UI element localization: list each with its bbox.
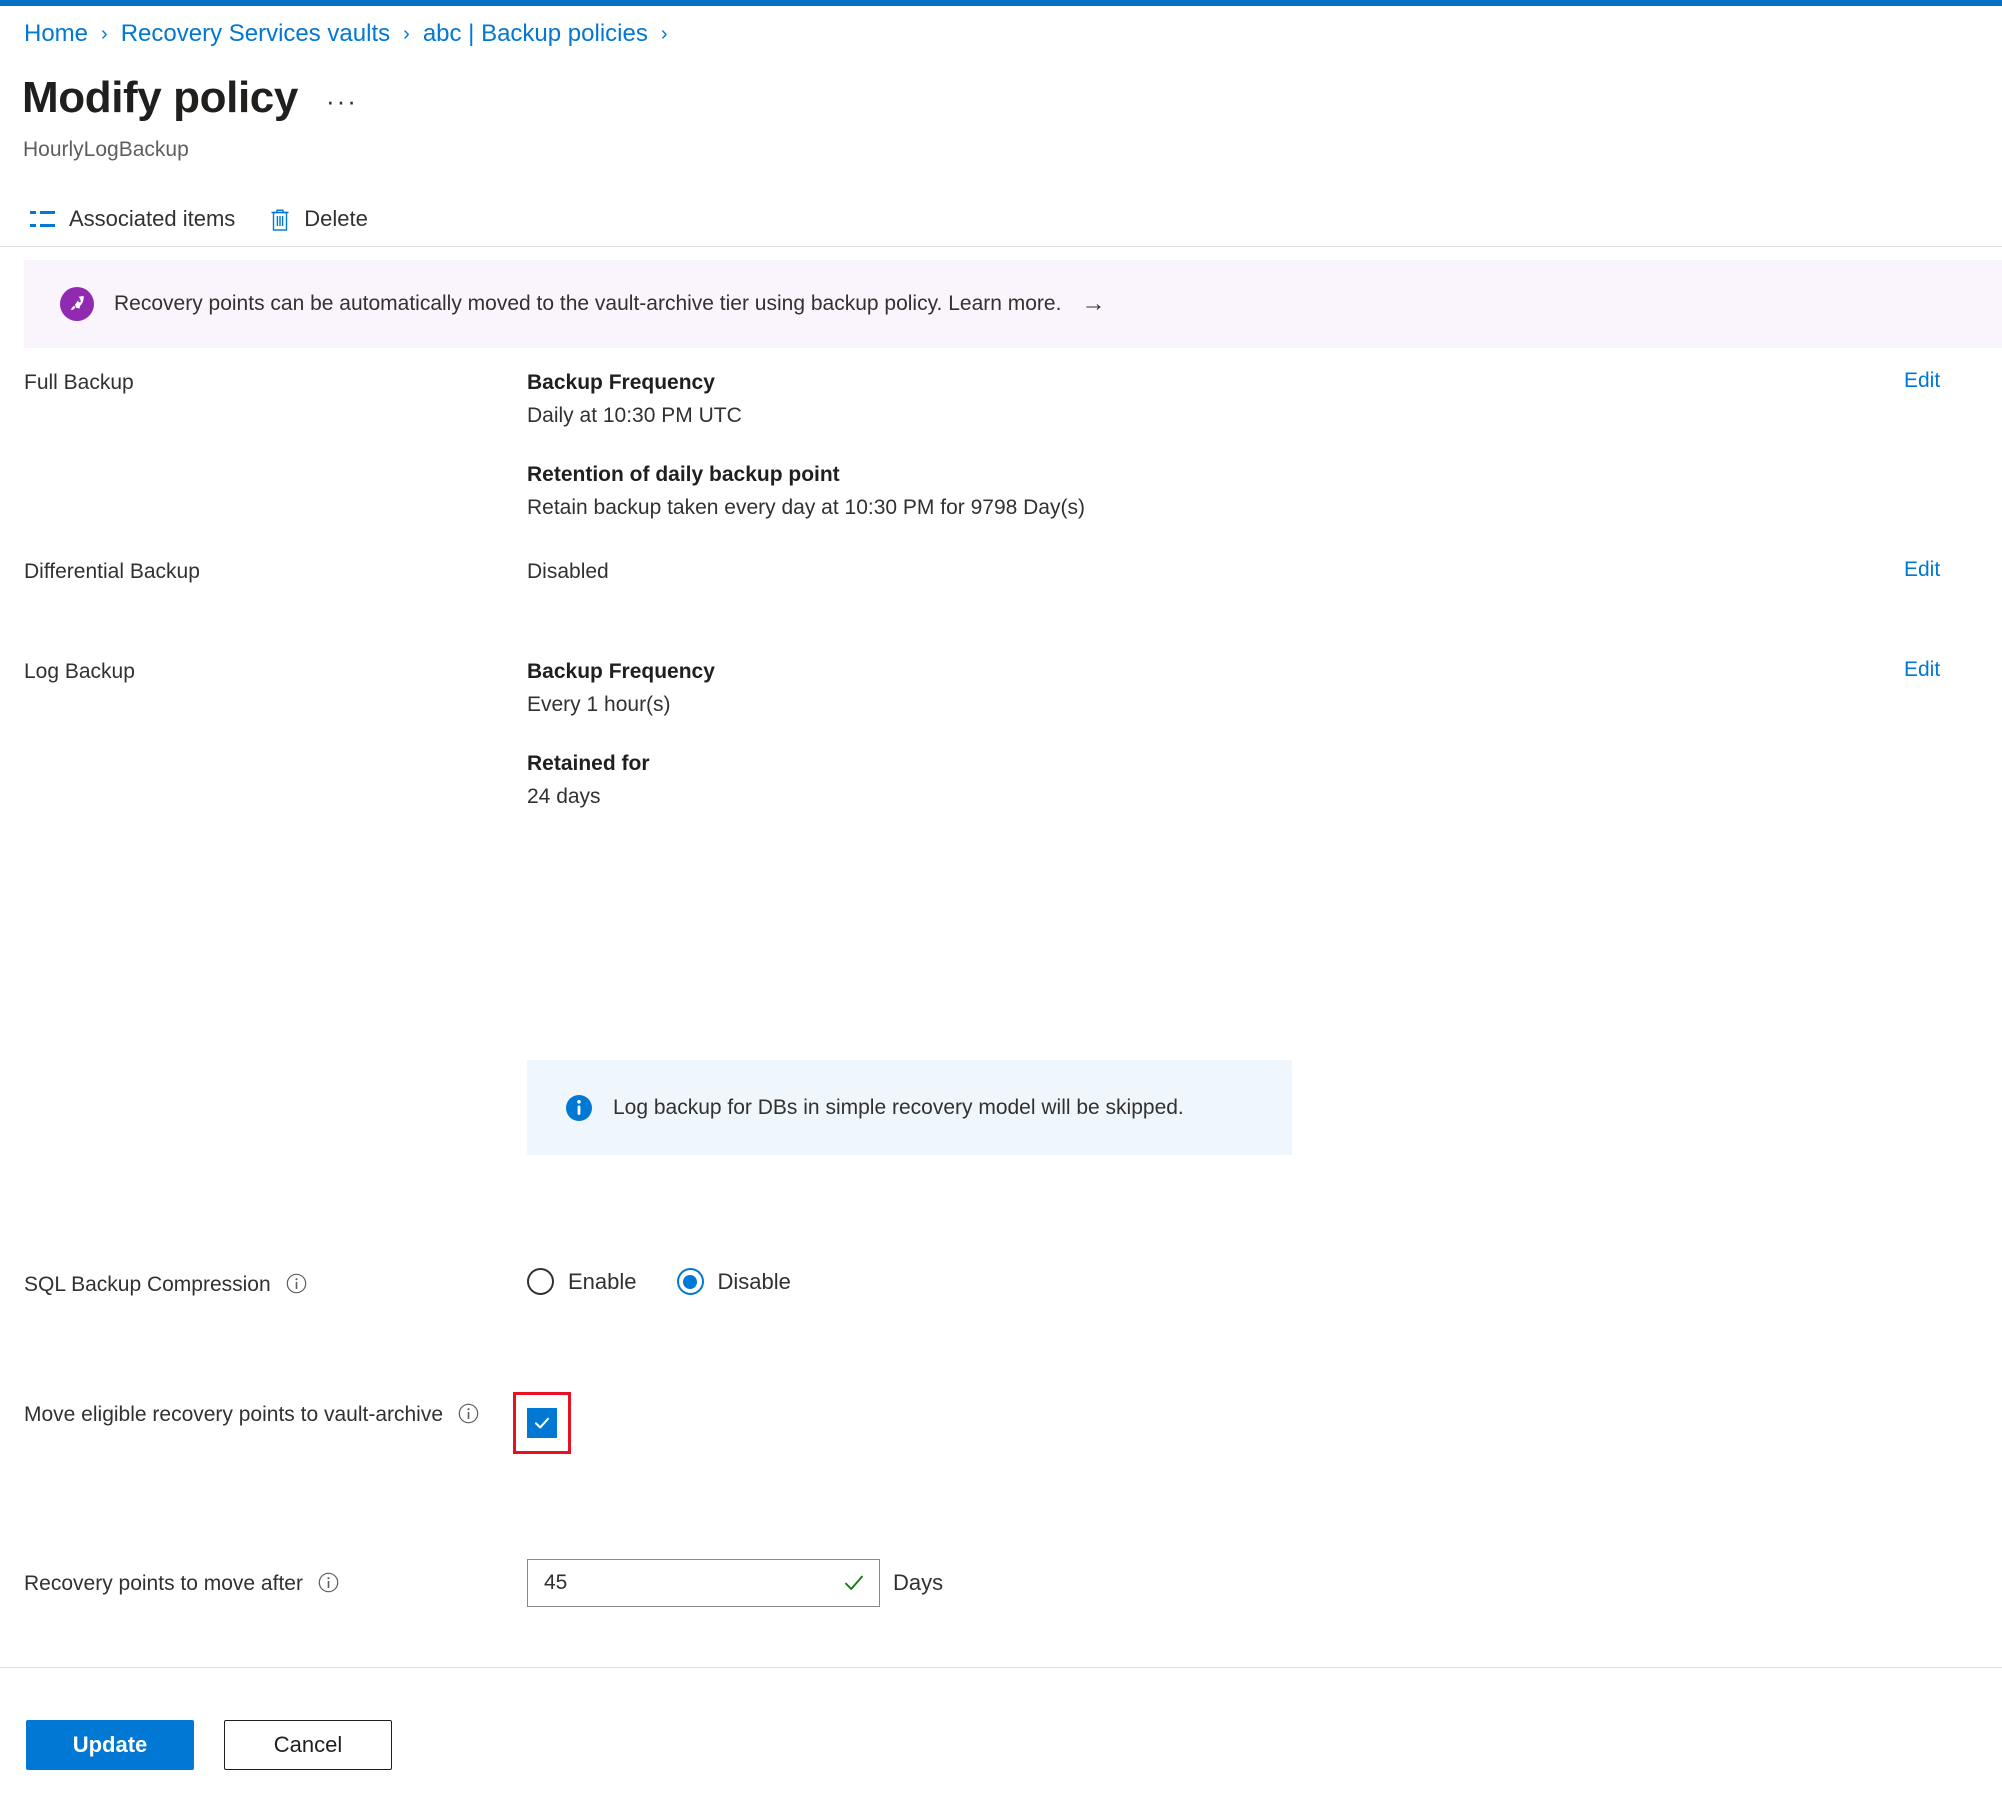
breadcrumb-item-backup-policies[interactable]: abc | Backup policies [423,20,648,48]
row-value: Backup Frequency Every 1 hour(s) Retaine… [527,658,715,812]
radio-enable[interactable]: Enable [527,1268,637,1295]
log-backup-frequency-heading: Backup Frequency [527,660,715,683]
full-backup-retention-group: Retention of daily backup point Retain b… [527,461,1085,523]
radio-enable-label: Enable [568,1268,637,1294]
rocket-icon [60,287,94,321]
info-circle-icon[interactable] [458,1403,479,1424]
promo-banner-text: Recovery points can be automatically mov… [114,292,1061,316]
radio-disable-label: Disable [717,1268,791,1294]
log-backup-retention-group: Retained for 24 days [527,750,715,812]
row-label: Differential Backup [24,560,200,583]
associated-items-label: Associated items [69,206,236,231]
full-backup-retention-heading: Retention of daily backup point [527,462,840,486]
log-backup-retention-value: 24 days [527,784,601,808]
sql-backup-compression-label: SQL Backup Compression [24,1271,514,1300]
move-after-unit-label: Days [893,1570,944,1595]
move-after-input[interactable] [542,1570,843,1596]
sql-backup-compression-label-text: SQL Backup Compression [24,1273,271,1296]
breadcrumb-separator: › [660,23,668,45]
vault-archive-promo-banner: Recovery points can be automatically mov… [24,260,2002,348]
delete-label: Delete [304,206,368,231]
arrow-right-icon[interactable]: → [1081,292,1105,316]
check-icon [843,1572,865,1594]
move-after-label-text: Recovery points to move after [24,1572,303,1595]
vault-archive-label-text: Move eligible recovery points to vault-a… [24,1403,444,1426]
delete-button[interactable]: Delete [267,202,370,236]
page-title: Modify policy [22,73,298,122]
edit-log-backup-link[interactable]: Edit [1904,658,1940,682]
footer-actions: Update Cancel [26,1720,392,1770]
command-bar: Associated items Delete [28,202,370,236]
full-backup-frequency-value: Daily at 10:30 PM UTC [527,403,742,427]
radio-mark [676,1268,704,1295]
row-label: Full Backup [24,371,134,394]
edit-differential-backup-link[interactable]: Edit [1904,558,1940,582]
move-after-input-box[interactable] [527,1559,880,1607]
log-backup-frequency-value: Every 1 hour(s) [527,692,671,716]
radio-disable[interactable]: Disable [676,1268,791,1295]
move-after-label: Recovery points to move after [24,1570,514,1599]
move-after-field-row: Days [527,1559,943,1607]
breadcrumb-separator: › [101,23,108,45]
promo-banner-message: Recovery points can be automatically mov… [114,292,943,315]
row-label: Log Backup [24,660,135,683]
page-title-row: Modify policy ··· [22,76,358,120]
breadcrumb: Home › Recovery Services vaults › abc | … [24,20,681,48]
full-backup-frequency-heading: Backup Frequency [527,371,715,394]
promo-learn-more-link[interactable]: Learn more. [948,292,1061,315]
log-backup-frequency-group: Backup Frequency Every 1 hour(s) [527,658,715,720]
page-subtitle: HourlyLogBackup [23,138,189,161]
cancel-button[interactable]: Cancel [224,1720,392,1770]
log-backup-retention-heading: Retained for [527,751,650,775]
top-accent-bar [0,0,2002,6]
breadcrumb-item-home[interactable]: Home [24,20,88,48]
footer-divider [0,1667,2002,1668]
log-backup-info-message: Log backup for DBs in simple recovery mo… [527,1060,1292,1155]
full-backup-retention-value: Retain backup taken every day at 10:30 P… [527,495,1085,519]
vault-archive-checkbox-highlight [513,1392,571,1454]
associated-items-button[interactable]: Associated items [28,202,237,236]
row-value: Disabled [527,560,609,583]
full-backup-frequency-group: Backup Frequency Daily at 10:30 PM UTC [527,369,1085,431]
trash-icon [269,207,291,232]
edit-full-backup-link[interactable]: Edit [1904,369,1940,393]
info-message-text: Log backup for DBs in simple recovery mo… [613,1095,1184,1119]
list-icon [30,209,56,229]
info-icon [565,1094,593,1122]
info-circle-icon[interactable] [286,1273,307,1294]
policy-settings-panel: Snapshot Copy Only Full Backup Disabled … [0,247,2002,1667]
more-options-icon[interactable]: ··· [326,88,358,114]
breadcrumb-item-recovery-services-vaults[interactable]: Recovery Services vaults [121,20,390,48]
row-value: Backup Frequency Daily at 10:30 PM UTC R… [527,369,1085,523]
radio-mark [527,1268,554,1295]
breadcrumb-separator: › [403,23,410,45]
update-button[interactable]: Update [26,1720,194,1770]
vault-archive-checkbox[interactable] [527,1408,557,1438]
sql-backup-compression-radio-group: Enable Disable [527,1268,791,1295]
vault-archive-label: Move eligible recovery points to vault-a… [24,1400,494,1430]
info-circle-icon[interactable] [318,1572,339,1593]
